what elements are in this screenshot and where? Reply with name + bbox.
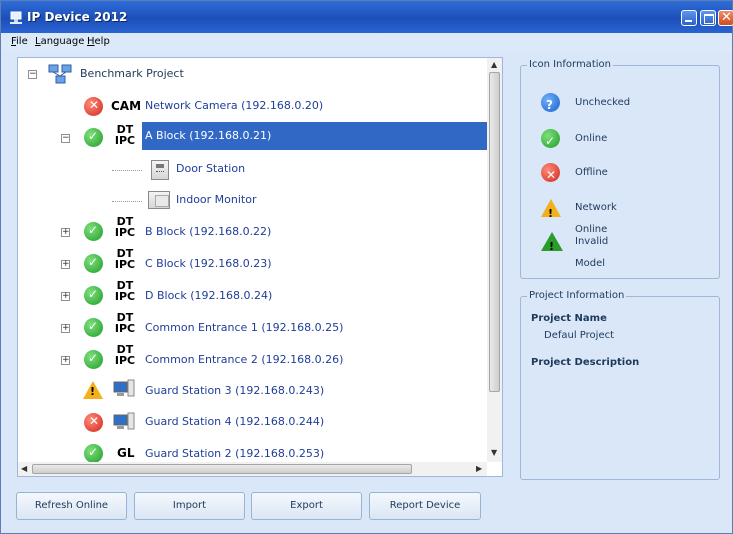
tree-vertical-scrollbar[interactable]: ▲ ▼ — [487, 58, 502, 462]
tree-node-network-camera[interactable]: Network Camera (192.168.0.20) — [145, 94, 323, 118]
dt-ipc-badge: DT IPC — [114, 311, 136, 335]
collapse-a-block-toggle[interactable]: − — [61, 134, 70, 143]
expand-c-block-toggle[interactable]: + — [61, 260, 70, 269]
offline-status-icon: ✕ — [84, 97, 103, 116]
tree-node-b-block[interactable]: B Block (192.168.0.22) — [145, 220, 271, 244]
project-name-label: Project Name — [531, 313, 607, 324]
network-icon — [48, 64, 72, 84]
dt-ipc-badge: DT IPC — [114, 215, 136, 239]
offline-status-icon: ✕ — [84, 413, 103, 432]
tree-root-label[interactable]: Benchmark Project — [80, 62, 184, 86]
tree-node-guard-station-4[interactable]: Guard Station 4 (192.168.0.244) — [145, 410, 324, 434]
scroll-right-icon[interactable]: ▶ — [476, 464, 482, 473]
menu-file[interactable]: File — [11, 36, 28, 47]
icon-information-title: Icon Information — [527, 59, 613, 70]
menu-language[interactable]: Language — [35, 36, 84, 47]
minimize-button[interactable] — [681, 10, 697, 26]
app-icon — [10, 11, 22, 24]
device-tree[interactable]: − Benchmark Project ✕ CAM Network Camera… — [17, 57, 503, 477]
scroll-up-icon[interactable]: ▲ — [491, 60, 497, 69]
close-button[interactable]: ✕ — [718, 10, 733, 26]
tree-node-c-block[interactable]: C Block (192.168.0.23) — [145, 252, 271, 276]
online-status-icon: ✓ — [84, 222, 103, 241]
dt-ipc-badge: DT IPC — [114, 247, 136, 271]
collapse-root-toggle[interactable]: − — [28, 70, 37, 79]
expand-common-entrance-1-toggle[interactable]: + — [61, 324, 70, 333]
expand-common-entrance-2-toggle[interactable]: + — [61, 356, 70, 365]
window-title: IP Device 2012 — [27, 10, 128, 24]
tree-node-common-entrance-1[interactable]: Common Entrance 1 (192.168.0.25) — [145, 316, 343, 340]
tree-node-common-entrance-2[interactable]: Common Entrance 2 (192.168.0.26) — [145, 348, 343, 372]
online-status-icon: ✓ — [84, 350, 103, 369]
pc-icon — [113, 412, 135, 430]
expand-b-block-toggle[interactable]: + — [61, 228, 70, 237]
app-window: IP Device 2012 ✕ File Language Help − Be… — [0, 0, 733, 534]
online-status-icon: ✓ — [84, 128, 103, 147]
online-status-icon: ✓ — [84, 286, 103, 305]
scroll-down-icon[interactable]: ▼ — [491, 448, 497, 457]
project-description-label: Project Description — [531, 357, 640, 368]
scroll-left-icon[interactable]: ◀ — [21, 464, 27, 473]
gl-badge: GL — [117, 446, 135, 460]
title-bar[interactable]: IP Device 2012 ✕ — [1, 1, 733, 33]
project-information-title: Project Information — [527, 290, 627, 301]
expand-d-block-toggle[interactable]: + — [61, 292, 70, 301]
tree-node-indoor-monitor[interactable]: Indoor Monitor — [176, 188, 257, 212]
online-status-icon: ✓ — [84, 444, 103, 463]
tree-node-a-block[interactable]: A Block (192.168.0.21) — [142, 122, 495, 150]
pc-icon — [113, 379, 135, 397]
project-name-value: Defaul Project — [544, 330, 615, 341]
cam-badge: CAM — [111, 99, 142, 113]
report-device-button[interactable]: Report Device — [369, 492, 481, 520]
tree-node-door-station[interactable]: Door Station — [176, 157, 245, 181]
question-icon: ? — [541, 93, 560, 112]
warning-icon: ! — [541, 199, 561, 220]
door-station-icon — [151, 160, 169, 180]
dt-ipc-badge: DT IPC — [114, 279, 136, 303]
tree-node-guard-station-3[interactable]: Guard Station 3 (192.168.0.243) — [145, 379, 324, 403]
online-status-icon: ✓ — [84, 318, 103, 337]
maximize-button[interactable] — [700, 10, 716, 26]
import-button[interactable]: Import — [134, 492, 245, 520]
indoor-monitor-icon — [148, 191, 170, 209]
tree-horizontal-scrollbar[interactable]: ◀ ▶ — [18, 462, 487, 476]
project-information-panel: Project Information Project Name Defaul … — [520, 290, 720, 480]
vertical-scroll-thumb[interactable] — [489, 72, 500, 392]
refresh-online-button[interactable]: Refresh Online — [16, 492, 127, 520]
cross-icon: ✕ — [541, 163, 560, 182]
menu-bar: File Language Help — [1, 33, 732, 51]
menu-help[interactable]: Help — [87, 36, 110, 47]
icon-information-panel: Icon Information ? Unchecked ✓ Online ✕ … — [520, 59, 720, 279]
dt-ipc-badge: DT IPC — [114, 123, 136, 147]
horizontal-scroll-thumb[interactable] — [32, 464, 412, 474]
online-status-icon: ✓ — [84, 254, 103, 273]
invalid-icon: ! — [541, 232, 563, 253]
dt-ipc-badge: DT IPC — [114, 343, 136, 367]
check-icon: ✓ — [541, 129, 560, 148]
tree-node-d-block[interactable]: D Block (192.168.0.24) — [145, 284, 272, 308]
export-button[interactable]: Export — [251, 492, 362, 520]
network-online-status-icon: ! — [83, 381, 103, 399]
